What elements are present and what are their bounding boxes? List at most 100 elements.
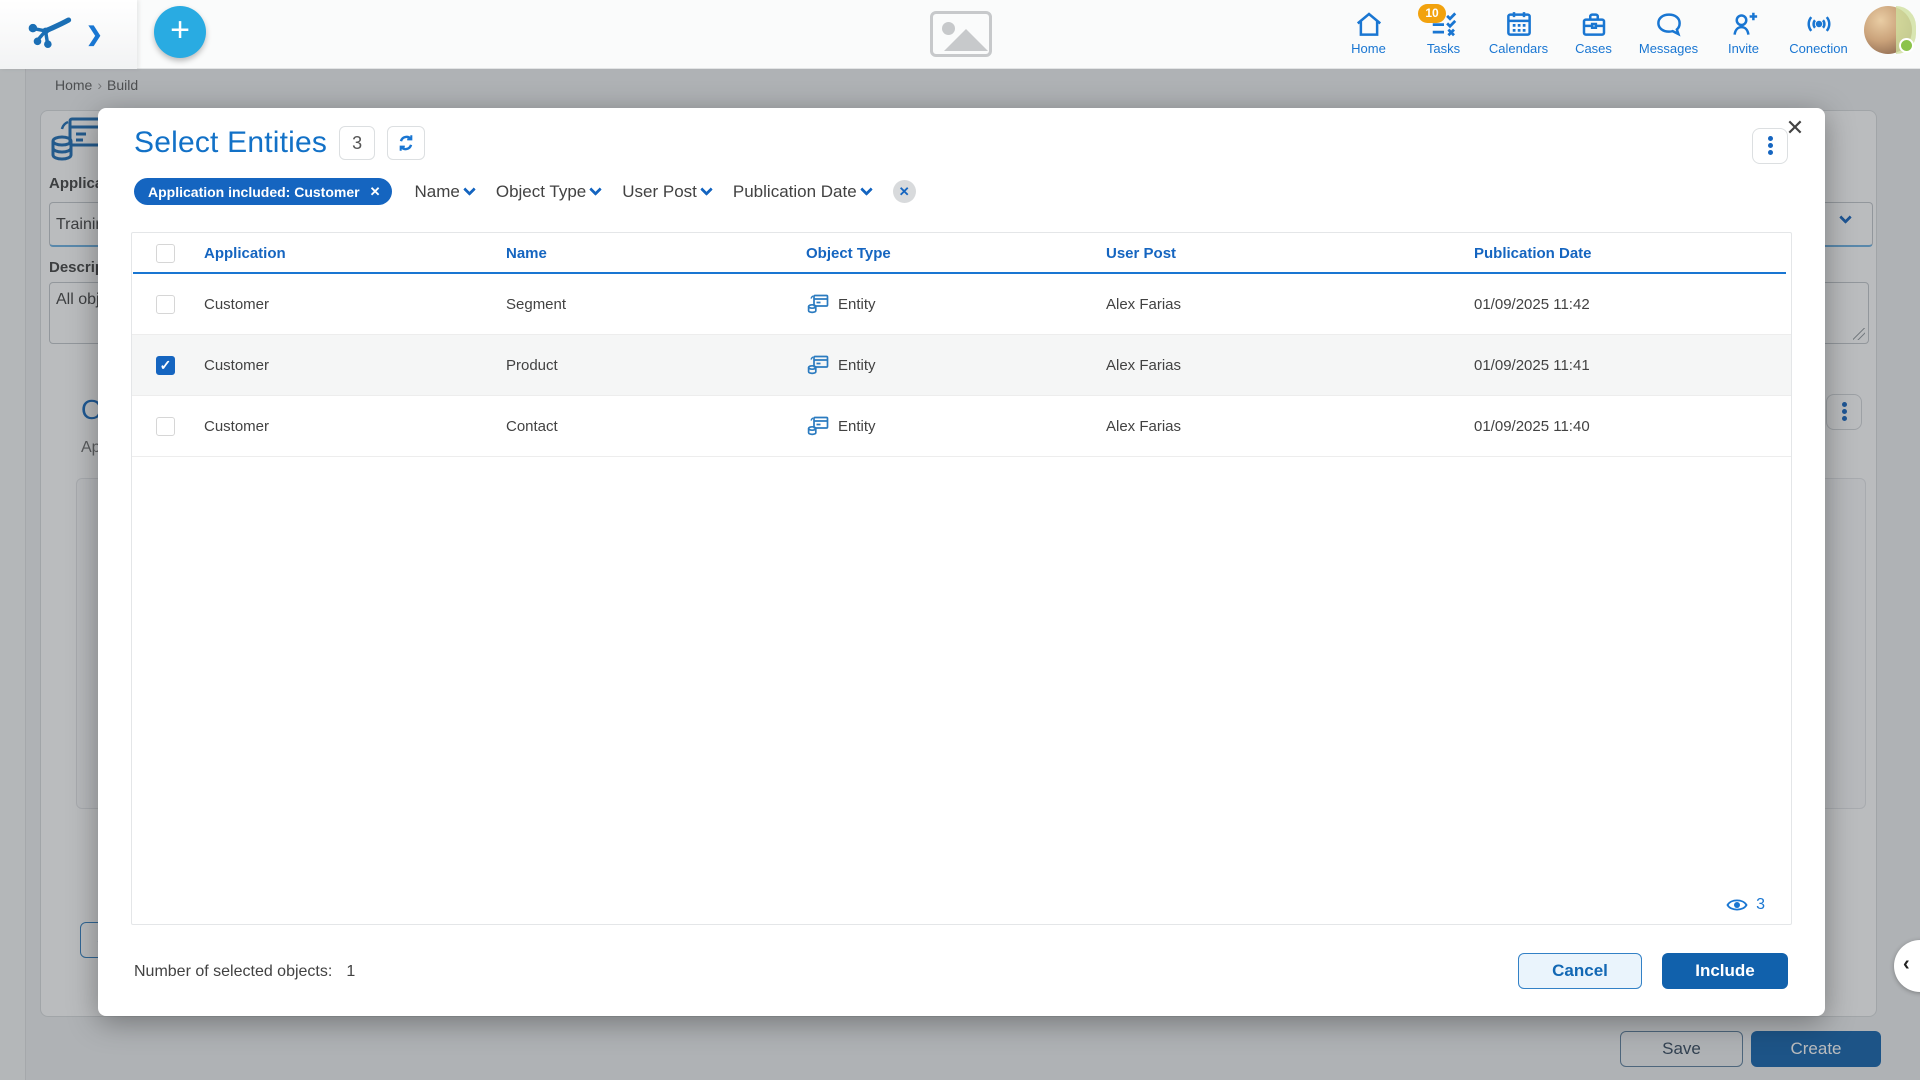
- col-header-object-type[interactable]: Object Type: [806, 245, 1106, 262]
- nav-item-home[interactable]: Home: [1331, 0, 1406, 56]
- filter-label: Name: [414, 182, 459, 202]
- cell-application: Customer: [204, 296, 506, 313]
- modal-kebab-button[interactable]: [1752, 128, 1788, 164]
- nav-label: Calendars: [1489, 41, 1548, 56]
- select-entities-modal: ✕ Select Entities 3 Application included…: [98, 108, 1825, 1016]
- object-type-label: Entity: [838, 296, 876, 313]
- kebab-icon: [1768, 134, 1773, 157]
- cell-object-type: Entity: [806, 353, 1106, 377]
- chevron-down-icon: [860, 183, 873, 196]
- nav-label: Messages: [1639, 41, 1698, 56]
- object-type-label: Entity: [838, 418, 876, 435]
- cell-object-type: Entity: [806, 414, 1106, 438]
- nav-label: Conection: [1789, 41, 1848, 56]
- user-avatar[interactable]: [1864, 6, 1912, 54]
- eye-icon: [1726, 897, 1748, 913]
- cell-publication-date: 01/09/2025 11:41: [1474, 357, 1791, 374]
- filter-chip-label: Application included: Customer: [148, 184, 360, 200]
- entities-table: Application Name Object Type User Post P…: [131, 232, 1792, 925]
- chat-icon: [1654, 9, 1684, 39]
- modal-actions: Cancel Include: [1518, 953, 1788, 989]
- cancel-button[interactable]: Cancel: [1518, 953, 1642, 989]
- filter-name[interactable]: Name: [414, 182, 473, 202]
- selection-summary-count: 1: [346, 963, 355, 980]
- filter-bar: Application included: Customer ✕ Name Ob…: [134, 178, 916, 205]
- calendar-icon: [1504, 9, 1534, 39]
- entity-icon: [806, 414, 830, 438]
- row-checkbox[interactable]: [156, 417, 175, 436]
- visible-records-count: 3: [1756, 896, 1765, 914]
- cell-publication-date: 01/09/2025 11:42: [1474, 296, 1791, 313]
- nav-item-conection[interactable]: Conection: [1781, 0, 1856, 56]
- cell-object-type: Entity: [806, 292, 1106, 316]
- chevron-left-icon: ‹: [1903, 953, 1910, 976]
- entity-icon: [806, 292, 830, 316]
- nav-label: Cases: [1575, 41, 1612, 56]
- cell-publication-date: 01/09/2025 11:40: [1474, 418, 1791, 435]
- nav-item-cases[interactable]: Cases: [1556, 0, 1631, 56]
- chevron-down-icon: [589, 183, 602, 196]
- refresh-icon: [395, 132, 417, 154]
- clear-filters-button[interactable]: ✕: [893, 180, 916, 203]
- online-status-dot: [1899, 38, 1914, 53]
- filter-label: Publication Date: [733, 182, 857, 202]
- home-icon: [1354, 9, 1384, 39]
- add-new-button[interactable]: +: [154, 6, 206, 58]
- nav-item-calendars[interactable]: Calendars: [1481, 0, 1556, 56]
- col-header-name[interactable]: Name: [506, 245, 806, 262]
- selection-summary-label: Number of selected objects:: [134, 963, 332, 980]
- filter-label: User Post: [622, 182, 697, 202]
- filter-publication-date[interactable]: Publication Date: [733, 182, 871, 202]
- signal-icon: [1804, 9, 1834, 39]
- chevron-down-icon: [700, 183, 713, 196]
- nav-label: Invite: [1728, 41, 1759, 56]
- active-filter-chip[interactable]: Application included: Customer ✕: [134, 178, 392, 205]
- nav-label: Home: [1351, 41, 1386, 56]
- filter-user-post[interactable]: User Post: [622, 182, 711, 202]
- row-checkbox[interactable]: ✓: [156, 356, 175, 375]
- col-header-application[interactable]: Application: [204, 245, 506, 262]
- col-header-publication-date[interactable]: Publication Date: [1474, 245, 1791, 262]
- cell-name: Product: [506, 357, 806, 374]
- logo-area: ❯: [0, 0, 137, 69]
- nav-item-tasks[interactable]: 10 Tasks: [1406, 0, 1481, 56]
- cell-name: Segment: [506, 296, 806, 313]
- filter-label: Object Type: [496, 182, 586, 202]
- cell-application: Customer: [204, 418, 506, 435]
- sidebar-expand-chevron[interactable]: ❯: [86, 22, 103, 47]
- table-row[interactable]: ✓ Customer Product Entity Alex Farias 01…: [132, 335, 1791, 396]
- logo-placeholder-image: [930, 11, 992, 57]
- briefcase-icon: [1579, 9, 1609, 39]
- table-header-row: Application Name Object Type User Post P…: [132, 233, 1791, 274]
- include-button[interactable]: Include: [1662, 953, 1788, 989]
- tasks-count-badge: 10: [1418, 4, 1446, 23]
- visible-records-indicator: 3: [1726, 896, 1765, 914]
- top-nav-items: Home 10 Tasks Calendars Cases Messages I…: [1331, 0, 1856, 69]
- col-header-user-post[interactable]: User Post: [1106, 245, 1474, 262]
- nav-item-invite[interactable]: Invite: [1706, 0, 1781, 56]
- entity-icon: [806, 353, 830, 377]
- top-navigation-bar: ❯ + Home 10 Tasks Calendars Cases Messag…: [0, 0, 1920, 69]
- results-count-badge: 3: [339, 126, 375, 160]
- chevron-down-icon: [463, 183, 476, 196]
- modal-title: Select Entities: [134, 126, 327, 160]
- table-row[interactable]: Customer Contact Entity Alex Farias 01/0…: [132, 396, 1791, 457]
- nav-label: Tasks: [1427, 41, 1460, 56]
- refresh-button[interactable]: [387, 126, 425, 160]
- cell-name: Contact: [506, 418, 806, 435]
- object-type-label: Entity: [838, 357, 876, 374]
- remove-filter-icon[interactable]: ✕: [370, 184, 381, 200]
- cell-application: Customer: [204, 357, 506, 374]
- select-all-checkbox[interactable]: [156, 244, 175, 263]
- person-add-icon: [1729, 9, 1759, 39]
- selection-summary: Number of selected objects: 1: [134, 963, 355, 981]
- cell-user-post: Alex Farias: [1106, 357, 1474, 374]
- nav-item-messages[interactable]: Messages: [1631, 0, 1706, 56]
- table-row[interactable]: Customer Segment Entity Alex Farias 01/0…: [132, 274, 1791, 335]
- app-logo-icon[interactable]: [26, 15, 72, 55]
- cell-user-post: Alex Farias: [1106, 418, 1474, 435]
- modal-header: Select Entities 3: [134, 126, 425, 160]
- filter-object-type[interactable]: Object Type: [496, 182, 600, 202]
- cell-user-post: Alex Farias: [1106, 296, 1474, 313]
- row-checkbox[interactable]: [156, 295, 175, 314]
